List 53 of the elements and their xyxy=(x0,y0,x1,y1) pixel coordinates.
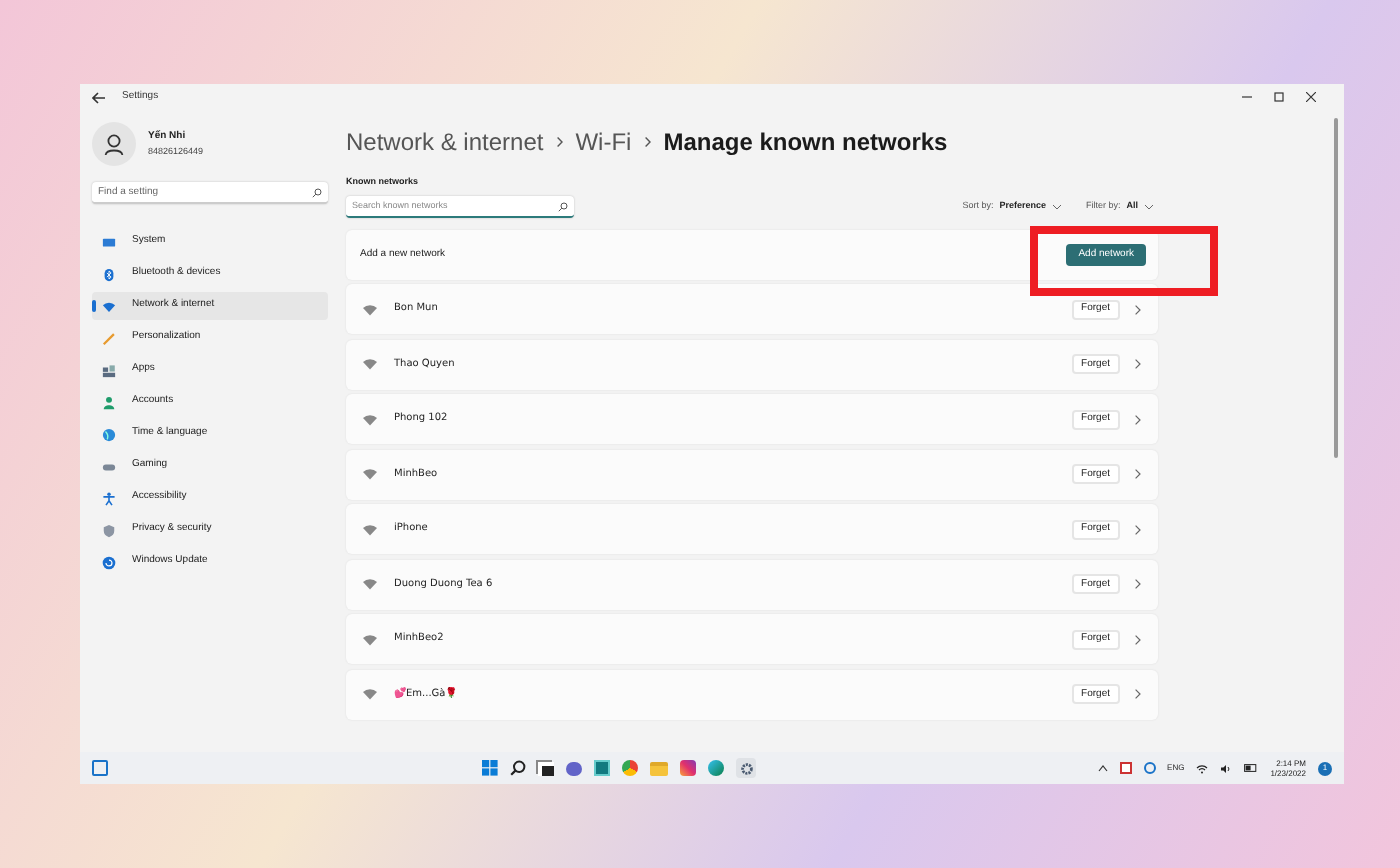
chevron-up-icon[interactable] xyxy=(1097,764,1108,772)
avatar-icon xyxy=(92,122,136,166)
widgets-icon[interactable] xyxy=(92,760,108,776)
wifi-icon xyxy=(362,413,378,426)
speaker-icon[interactable] xyxy=(1220,763,1233,773)
bluetooth-icon xyxy=(102,267,116,281)
globe-icon xyxy=(102,427,116,441)
wifi-icon xyxy=(362,303,378,316)
apps-icon xyxy=(102,363,116,377)
wifi-icon xyxy=(362,688,378,701)
shield-icon xyxy=(102,523,116,537)
chevron-right-icon[interactable] xyxy=(1134,413,1142,426)
update-icon xyxy=(102,555,116,569)
chevron-right-icon[interactable] xyxy=(1134,633,1142,646)
page-title: Manage known networks xyxy=(663,126,948,160)
scrollbar[interactable] xyxy=(1334,118,1338,458)
back-arrow-icon[interactable] xyxy=(92,91,106,103)
search-icon xyxy=(312,188,322,198)
chevron-right-icon xyxy=(643,136,652,148)
chevron-right-icon[interactable] xyxy=(1134,578,1142,591)
search-icon[interactable] xyxy=(510,760,526,776)
chevron-down-icon xyxy=(1051,203,1062,210)
chevron-right-icon[interactable] xyxy=(1134,303,1142,316)
gaming-icon xyxy=(102,459,116,473)
wifi-icon xyxy=(362,358,378,371)
app-icon[interactable] xyxy=(594,760,610,776)
close-icon[interactable] xyxy=(1306,92,1316,102)
chevron-right-icon[interactable] xyxy=(1134,523,1142,536)
wifi-icon xyxy=(362,523,378,536)
wifi-icon[interactable] xyxy=(1196,763,1209,773)
maximize-icon[interactable] xyxy=(1274,92,1284,102)
chevron-right-icon[interactable] xyxy=(1134,358,1142,371)
settings-icon[interactable] xyxy=(736,758,756,778)
wifi-icon xyxy=(362,468,378,481)
network-icon xyxy=(102,299,116,313)
windows-logo-icon[interactable] xyxy=(482,760,498,776)
search-icon xyxy=(558,201,568,212)
breadcrumb-link[interactable]: Wi-Fi xyxy=(575,124,632,160)
chevron-right-icon[interactable] xyxy=(1134,468,1142,481)
chevron-right-icon xyxy=(555,136,564,148)
pen-icon xyxy=(102,331,116,345)
chevron-down-icon xyxy=(1144,203,1154,210)
system-icon xyxy=(102,235,116,249)
chevron-right-icon[interactable] xyxy=(1134,688,1142,701)
breadcrumb-link[interactable]: Network & internet xyxy=(346,124,544,160)
battery-icon[interactable] xyxy=(1244,764,1259,772)
accounts-icon xyxy=(102,395,116,409)
selection-indicator xyxy=(92,300,95,312)
accessibility-icon xyxy=(102,491,116,505)
minimize-icon[interactable] xyxy=(1242,92,1252,102)
wifi-icon xyxy=(362,578,378,591)
wifi-icon xyxy=(362,633,378,646)
task-view-icon[interactable] xyxy=(538,761,554,775)
